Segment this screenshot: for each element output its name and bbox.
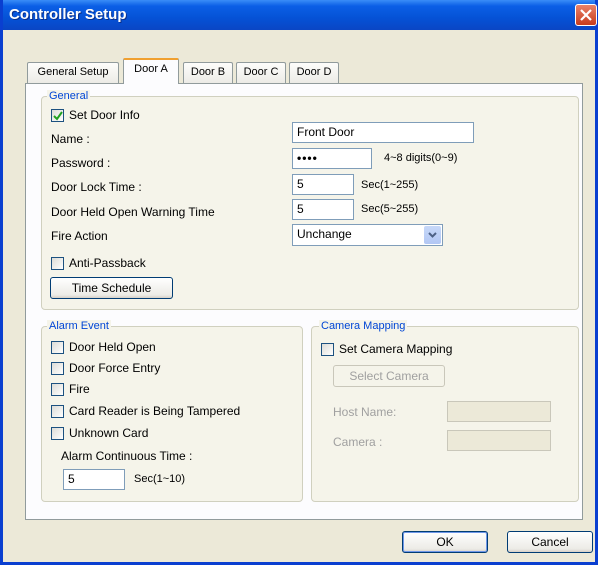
tab-general-setup[interactable]: General Setup [27,62,119,83]
door-force-entry-label: Door Force Entry [69,361,161,375]
set-camera-mapping-label: Set Camera Mapping [339,342,453,356]
unknown-card-checkbox[interactable] [51,427,64,440]
anti-passback-label: Anti-Passback [69,256,146,270]
alarm-event-legend: Alarm Event [47,320,111,332]
door-force-entry-checkbox[interactable] [51,362,64,375]
held-open-warning-label: Door Held Open Warning Time [51,205,215,219]
fire-action-select[interactable]: Unchange [292,224,443,246]
door-held-open-checkbox[interactable] [51,341,64,354]
card-reader-tampered-checkbox[interactable] [51,405,64,418]
held-open-warning-input[interactable]: 5 [292,199,354,220]
password-input[interactable]: •••• [292,148,372,169]
door-lock-time-input[interactable]: 5 [292,174,354,195]
door-lock-time-unit: Sec(1~255) [361,179,419,191]
set-door-info-checkbox[interactable] [51,109,64,122]
chevron-down-icon [428,232,437,238]
tab-door-d[interactable]: Door D [289,62,339,83]
ok-button[interactable]: OK [402,531,488,553]
anti-passback-checkbox[interactable] [51,257,64,270]
close-icon [580,9,592,21]
password-hint: 4~8 digits(0~9) [384,152,458,164]
fire-action-label: Fire Action [51,229,108,243]
select-camera-button[interactable]: Select Camera [333,365,445,387]
set-door-info-label: Set Door Info [69,108,140,122]
cancel-button[interactable]: Cancel [507,531,593,553]
title-bar[interactable]: Controller Setup [3,0,597,30]
window-title: Controller Setup [9,6,127,23]
close-button[interactable] [575,4,597,26]
host-name-input[interactable] [447,401,551,422]
camera-input[interactable] [447,430,551,451]
unknown-card-label: Unknown Card [69,426,149,440]
alarm-continuous-time-input[interactable]: 5 [63,469,125,490]
fire-action-value: Unchange [297,227,352,241]
alarm-continuous-time-label: Alarm Continuous Time : [61,449,193,463]
host-name-label: Host Name: [333,405,397,419]
name-label: Name : [51,132,90,146]
tab-door-a[interactable]: Door A [123,58,179,84]
controller-setup-dialog: Controller Setup General Setup Door A Do… [0,0,598,565]
password-label: Password : [51,156,111,170]
camera-label: Camera : [333,435,383,449]
fire-label: Fire [69,382,90,396]
card-reader-tampered-label: Card Reader is Being Tampered [69,404,241,418]
checkmark-icon [53,111,63,121]
dropdown-arrow[interactable] [424,226,441,244]
camera-mapping-legend: Camera Mapping [319,320,408,332]
time-schedule-button[interactable]: Time Schedule [50,277,173,299]
set-camera-mapping-checkbox[interactable] [321,343,334,356]
tab-door-b[interactable]: Door B [183,62,233,83]
fire-checkbox[interactable] [51,383,64,396]
general-legend: General [47,90,91,102]
held-open-warning-unit: Sec(5~255) [361,203,419,215]
door-held-open-label: Door Held Open [69,340,156,354]
tab-door-c[interactable]: Door C [236,62,286,83]
door-lock-time-label: Door Lock Time : [51,180,142,194]
name-input[interactable]: Front Door [292,122,474,143]
alarm-continuous-time-unit: Sec(1~10) [134,473,186,485]
